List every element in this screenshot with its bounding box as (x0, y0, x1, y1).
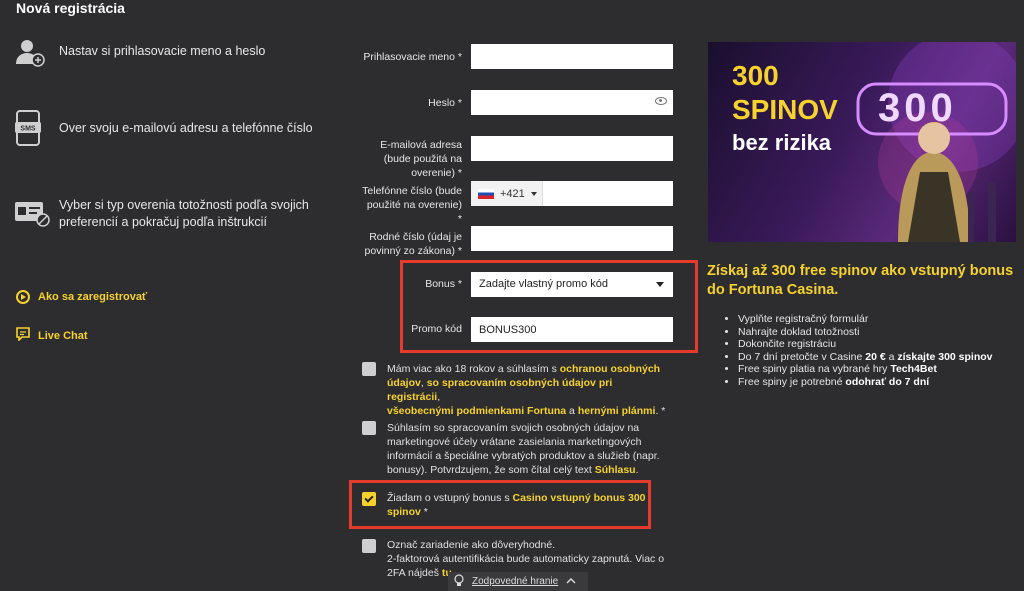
slovakia-flag-icon (478, 188, 494, 199)
promo-steps-list: Vyplňte registračný formulár Nahrajte do… (724, 313, 993, 388)
page-title: Nová registrácia (16, 0, 125, 16)
phone-input[interactable]: +421 (471, 181, 673, 206)
show-password-icon[interactable] (655, 97, 667, 105)
promo-banner-image: 300 SPINOV bez rizika 300 (708, 42, 1016, 242)
id-card-icon (14, 198, 50, 230)
bonus-request-checkbox[interactable] (362, 492, 376, 506)
list-item: Dokončite registráciu (738, 338, 993, 351)
banner-spinov-text: SPINOV (732, 94, 838, 125)
casino-bonus-link[interactable]: Casino vstupný bonus 300 (512, 492, 645, 504)
birth-number-label: Rodné číslo (údaj je povinný zo zákona) … (364, 231, 462, 257)
responsible-gaming-bar[interactable]: Zodpovedné hranie (448, 572, 588, 591)
marketing-consent-text: Súhlasím so spracovaním svojich osobných… (387, 422, 660, 476)
list-item: Free spiny je potrebné odohrať do 7 dní (738, 376, 993, 389)
step-identity-text: Vyber si typ overenia totožnosti podľa s… (59, 198, 309, 229)
username-label: Prihlasovacie meno * (363, 51, 462, 63)
promo-code-label: Promo kód (411, 323, 462, 335)
list-item: Do 7 dní pretočte v Casine 20 € a získaj… (738, 351, 993, 364)
chat-icon (16, 327, 30, 344)
chevron-down-icon (656, 282, 664, 287)
privacy-link[interactable]: ochranou osobných (560, 363, 660, 375)
banner-300-text: 300 (732, 60, 779, 91)
email-label: E-mailová adresa (bude použitá na overen… (380, 139, 462, 179)
list-item: Vyplňte registračný formulár (738, 313, 993, 326)
play-icon (16, 290, 30, 304)
username-input[interactable] (471, 44, 673, 69)
age-consent-text: Mám viac ako 18 rokov a súhlasím s ochra… (387, 363, 666, 417)
live-chat-link[interactable]: Live Chat (16, 327, 88, 344)
bonus-select[interactable]: Zadajte vlastný promo kód (471, 272, 673, 297)
banner-neon-number: 300 (878, 86, 957, 130)
consent-text-link[interactable]: Súhlasu (595, 464, 636, 476)
banner-no-risk-text: bez rizika (732, 130, 832, 155)
password-input[interactable] (471, 90, 673, 115)
lightbulb-icon (454, 573, 464, 590)
chevron-up-icon[interactable] (566, 576, 576, 587)
caret-down-icon (530, 191, 537, 196)
promo-headline: Získaj až 300 free spinov ako vstupný bo… (707, 263, 1014, 298)
birth-number-input[interactable] (471, 226, 673, 251)
bonus-label: Bonus * (425, 278, 462, 290)
how-to-register-label: Ako sa zaregistrovať (38, 291, 148, 303)
password-label: Heslo * (428, 97, 462, 109)
list-item: Free spiny platia na vybrané hry Tech4Be… (738, 363, 993, 376)
email-input[interactable] (471, 136, 673, 161)
marketing-consent-checkbox[interactable] (362, 421, 376, 435)
game-plans-link[interactable]: hernými plánmi (578, 405, 656, 417)
country-code-select[interactable]: +421 (471, 181, 543, 206)
age-consent-checkbox[interactable] (362, 362, 376, 376)
how-to-register-link[interactable]: Ako sa zaregistrovať (16, 290, 147, 304)
promo-code-input[interactable] (471, 317, 673, 342)
sms-phone-icon: SMS (14, 110, 46, 146)
terms-link[interactable]: všeobecnými podmienkami Fortuna (387, 405, 566, 417)
responsible-gaming-link[interactable]: Zodpovedné hranie (472, 576, 558, 587)
step-credentials-text: Nastav si prihlasovacie meno a heslo (59, 44, 266, 58)
step-verify-text: Over svoju e-mailovú adresu a telefónne … (59, 121, 313, 135)
live-chat-label: Live Chat (38, 329, 88, 342)
user-add-icon (14, 36, 46, 68)
svg-text:SMS: SMS (20, 126, 36, 133)
phone-label: Telefónne číslo (bude použité na overeni… (362, 185, 462, 225)
trusted-device-checkbox[interactable] (362, 539, 376, 553)
bonus-request-text: Žiadam o vstupný bonus s Casino vstupný … (387, 492, 646, 518)
list-item: Nahrajte doklad totožnosti (738, 326, 993, 339)
